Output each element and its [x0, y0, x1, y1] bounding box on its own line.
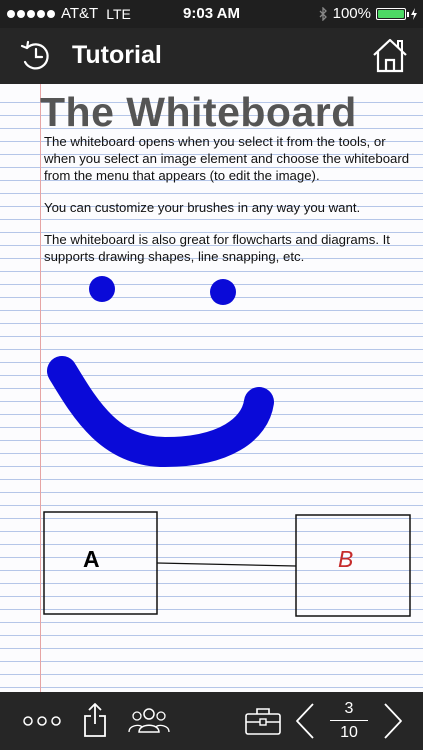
whiteboard-drawing: [43, 276, 411, 617]
chevron-left-icon[interactable]: [294, 702, 316, 740]
status-bar: AT&T LTE 9:03 AM 100%: [0, 0, 423, 28]
collaborators-icon[interactable]: [128, 706, 170, 734]
status-right: 100%: [319, 5, 417, 22]
history-icon[interactable]: [18, 38, 54, 74]
page-indicator: 3 10: [330, 700, 368, 742]
home-icon[interactable]: [371, 36, 409, 74]
diagram-connector: [156, 562, 297, 567]
total-pages: 10: [340, 724, 358, 741]
chevron-right-icon[interactable]: [382, 702, 404, 740]
diagram-box-a: [43, 511, 158, 615]
more-icon[interactable]: [22, 714, 62, 728]
box-b-label: B: [338, 546, 354, 572]
bluetooth-icon: [319, 6, 327, 21]
nav-bar: Tutorial: [0, 28, 423, 84]
current-page: 3: [344, 700, 354, 717]
bottom-toolbar: 3 10: [0, 692, 423, 750]
page-divider: [330, 720, 368, 721]
toolbox-icon[interactable]: [244, 706, 282, 736]
battery-icon: [376, 7, 409, 20]
whiteboard-page[interactable]: The Whiteboard The whiteboard opens when…: [0, 84, 423, 692]
page-title: Tutorial: [72, 41, 162, 69]
charging-icon: [411, 7, 417, 20]
smiley-right-eye: [210, 279, 236, 305]
share-icon[interactable]: [82, 702, 108, 738]
box-a-label: A: [83, 546, 100, 572]
battery-percent: 100%: [332, 5, 371, 22]
smiley-mouth: [47, 356, 274, 467]
smiley-left-eye: [89, 276, 115, 302]
